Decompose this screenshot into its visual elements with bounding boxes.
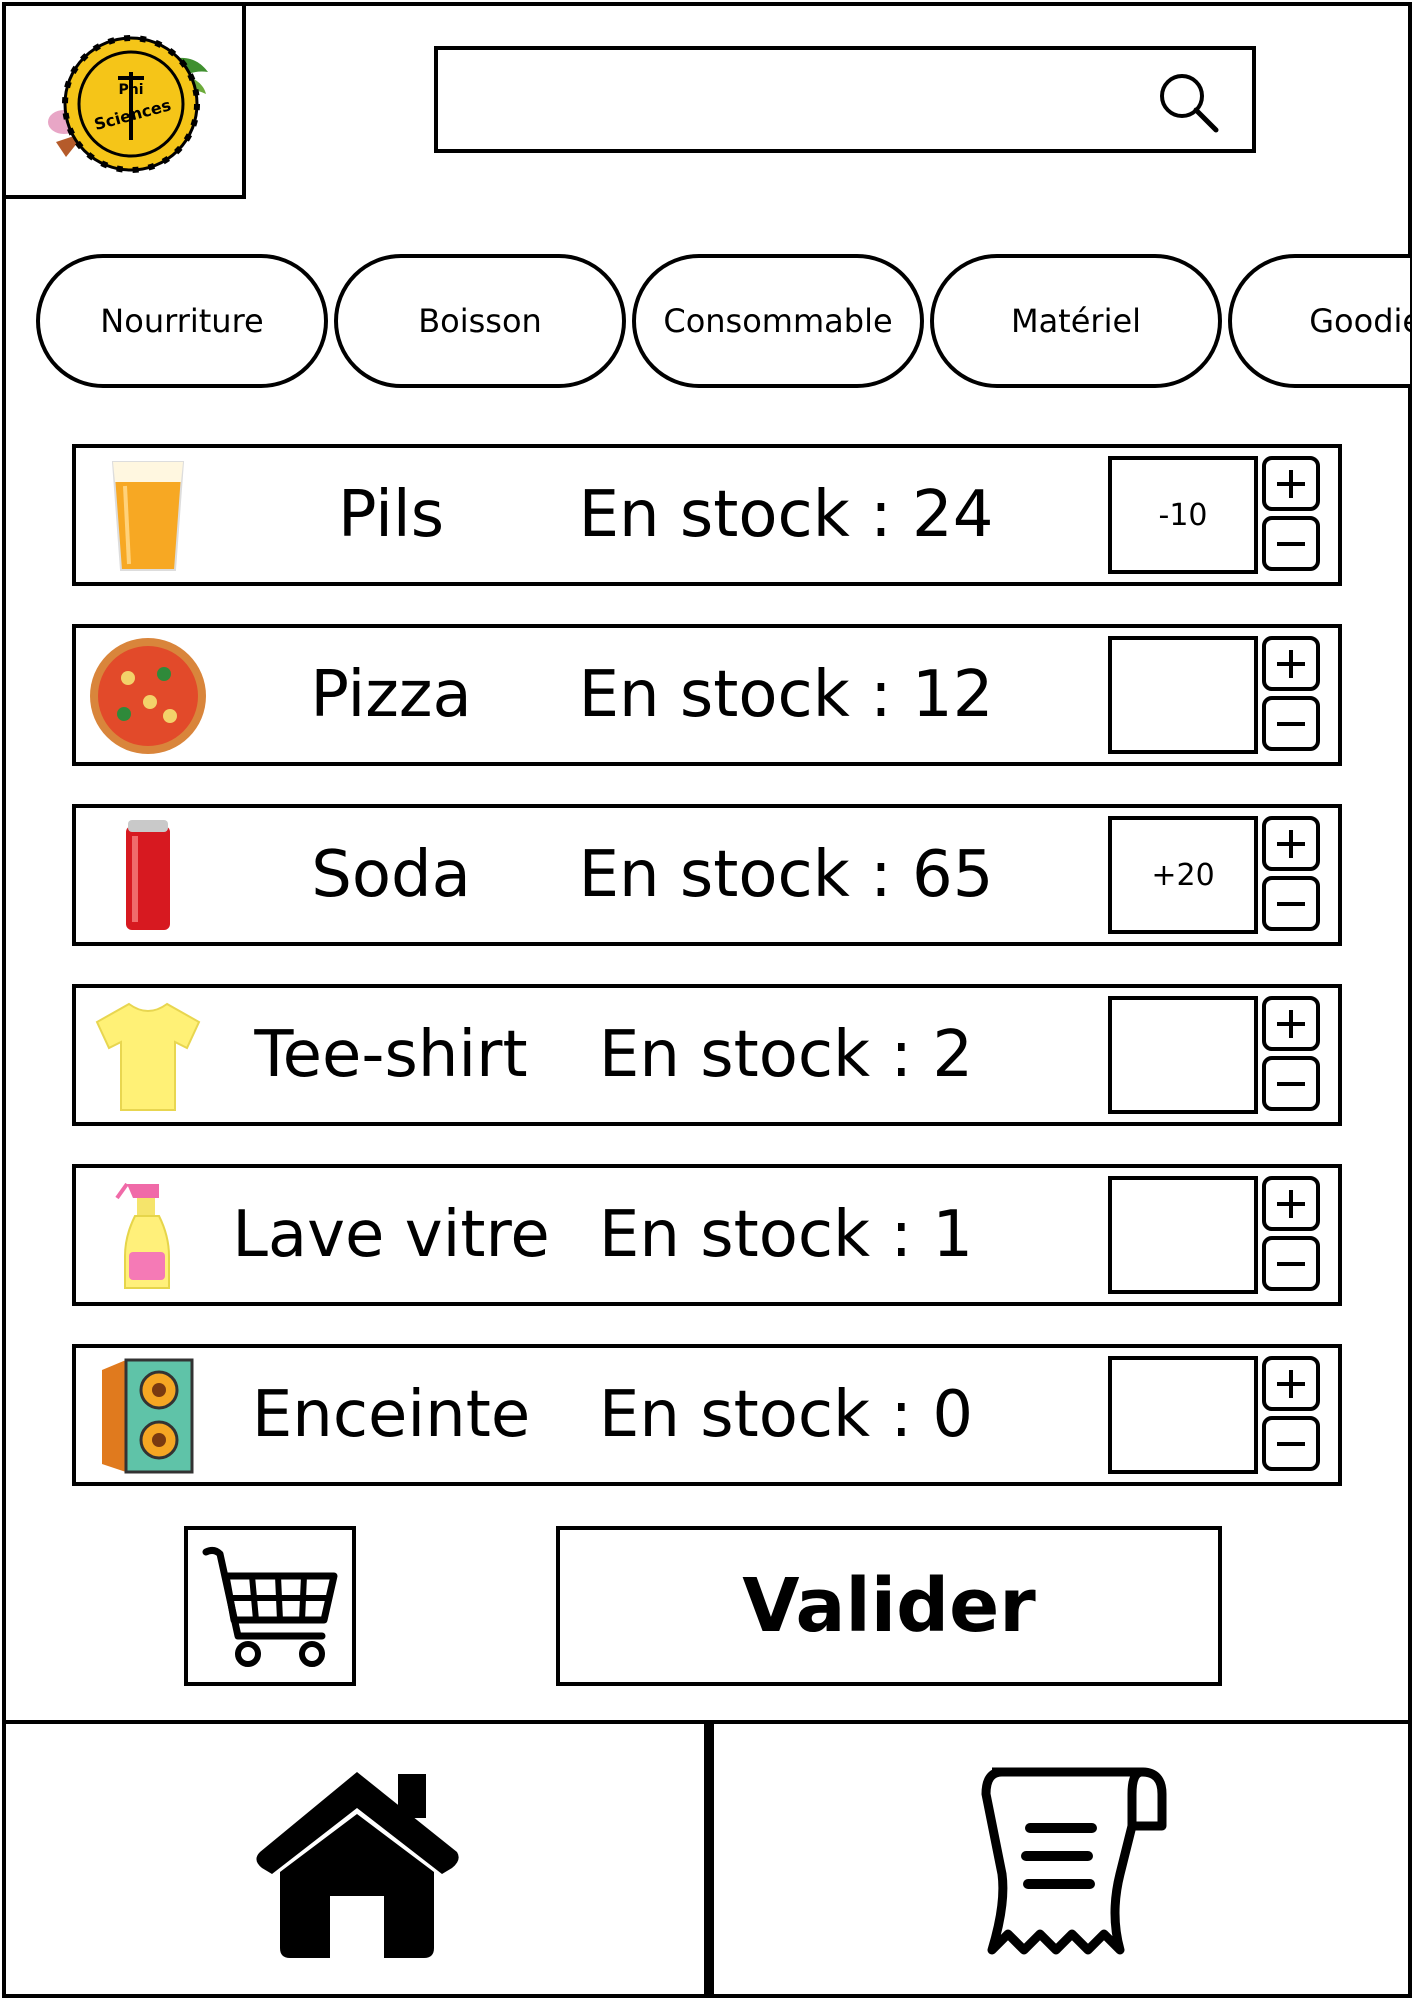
- quantity-field[interactable]: -10: [1108, 456, 1258, 574]
- decrement-button[interactable]: [1262, 696, 1320, 751]
- category-tabs: Nourriture Boisson Consommable Matériel …: [36, 254, 1410, 388]
- minus-icon: [1277, 1261, 1305, 1266]
- stock-label: En stock : 0: [598, 1378, 974, 1452]
- product-row: Pils En stock : 24 -10: [72, 444, 1342, 586]
- tee-shirt-icon: [88, 996, 208, 1116]
- plus-icon: [1277, 1189, 1305, 1218]
- quantity-field[interactable]: [1108, 636, 1258, 754]
- home-icon: [256, 1772, 459, 1958]
- spray-bottle-icon: [88, 1176, 208, 1296]
- stock-label: En stock : 2: [598, 1018, 974, 1092]
- increment-button[interactable]: [1262, 636, 1320, 691]
- quantity-field[interactable]: [1108, 1176, 1258, 1294]
- validate-button[interactable]: Valider: [556, 1526, 1222, 1686]
- tab-materiel[interactable]: Matériel: [930, 254, 1222, 388]
- decrement-button[interactable]: [1262, 516, 1320, 571]
- plus-icon: [1277, 649, 1305, 678]
- speaker-icon: [88, 1356, 208, 1476]
- increment-button[interactable]: [1262, 1176, 1320, 1231]
- product-row: Tee-shirt En stock : 2: [72, 984, 1342, 1126]
- minus-icon: [1277, 901, 1305, 906]
- receipt-icon: [981, 1767, 1167, 1955]
- product-name: Pizza: [310, 658, 472, 732]
- nav-home-button[interactable]: [2, 1720, 708, 1998]
- tab-consommable[interactable]: Consommable: [632, 254, 924, 388]
- minus-icon: [1277, 541, 1305, 546]
- cart-button[interactable]: [184, 1526, 356, 1686]
- increment-button[interactable]: [1262, 1356, 1320, 1411]
- minus-icon: [1277, 1441, 1305, 1446]
- product-name: Soda: [311, 838, 471, 912]
- shopping-cart-icon: [202, 1546, 338, 1667]
- nav-receipt-button[interactable]: [706, 1720, 1412, 1998]
- search-icon[interactable]: [1156, 70, 1220, 138]
- product-name: Tee-shirt: [254, 1018, 528, 1092]
- product-row: Soda En stock : 65 +20: [72, 804, 1342, 946]
- phi-sciences-logo: Phi Sciences: [48, 35, 208, 173]
- search-bar[interactable]: [434, 46, 1256, 153]
- stock-label: En stock : 65: [578, 838, 994, 912]
- decrement-button[interactable]: [1262, 1056, 1320, 1111]
- increment-button[interactable]: [1262, 456, 1320, 511]
- minus-icon: [1277, 1081, 1305, 1086]
- product-row: Pizza En stock : 12: [72, 624, 1342, 766]
- product-row: Lave vitre En stock : 1: [72, 1164, 1342, 1306]
- increment-button[interactable]: [1262, 996, 1320, 1051]
- increment-button[interactable]: [1262, 816, 1320, 871]
- decrement-button[interactable]: [1262, 1236, 1320, 1291]
- quantity-field[interactable]: +20: [1108, 816, 1258, 934]
- beer-glass-icon: [88, 456, 208, 576]
- tab-nourriture[interactable]: Nourriture: [36, 254, 328, 388]
- decrement-button[interactable]: [1262, 1416, 1320, 1471]
- quantity-field[interactable]: [1108, 1356, 1258, 1474]
- product-name: Lave vitre: [232, 1198, 550, 1272]
- stock-label: En stock : 24: [578, 478, 994, 552]
- plus-icon: [1277, 469, 1305, 498]
- stock-label: En stock : 1: [598, 1198, 974, 1272]
- tab-goodies[interactable]: Goodies: [1228, 254, 1410, 388]
- stock-label: En stock : 12: [578, 658, 994, 732]
- product-row: Enceinte En stock : 0: [72, 1344, 1342, 1486]
- plus-icon: [1277, 1369, 1305, 1398]
- soda-can-icon: [88, 816, 208, 936]
- tab-boisson[interactable]: Boisson: [334, 254, 626, 388]
- plus-icon: [1277, 829, 1305, 858]
- quantity-field[interactable]: [1108, 996, 1258, 1114]
- product-name: Pils: [337, 478, 445, 552]
- logo-container[interactable]: Phi Sciences: [2, 2, 246, 199]
- minus-icon: [1277, 721, 1305, 726]
- product-name: Enceinte: [251, 1378, 531, 1452]
- pizza-icon: [88, 636, 208, 756]
- plus-icon: [1277, 1009, 1305, 1038]
- decrement-button[interactable]: [1262, 876, 1320, 931]
